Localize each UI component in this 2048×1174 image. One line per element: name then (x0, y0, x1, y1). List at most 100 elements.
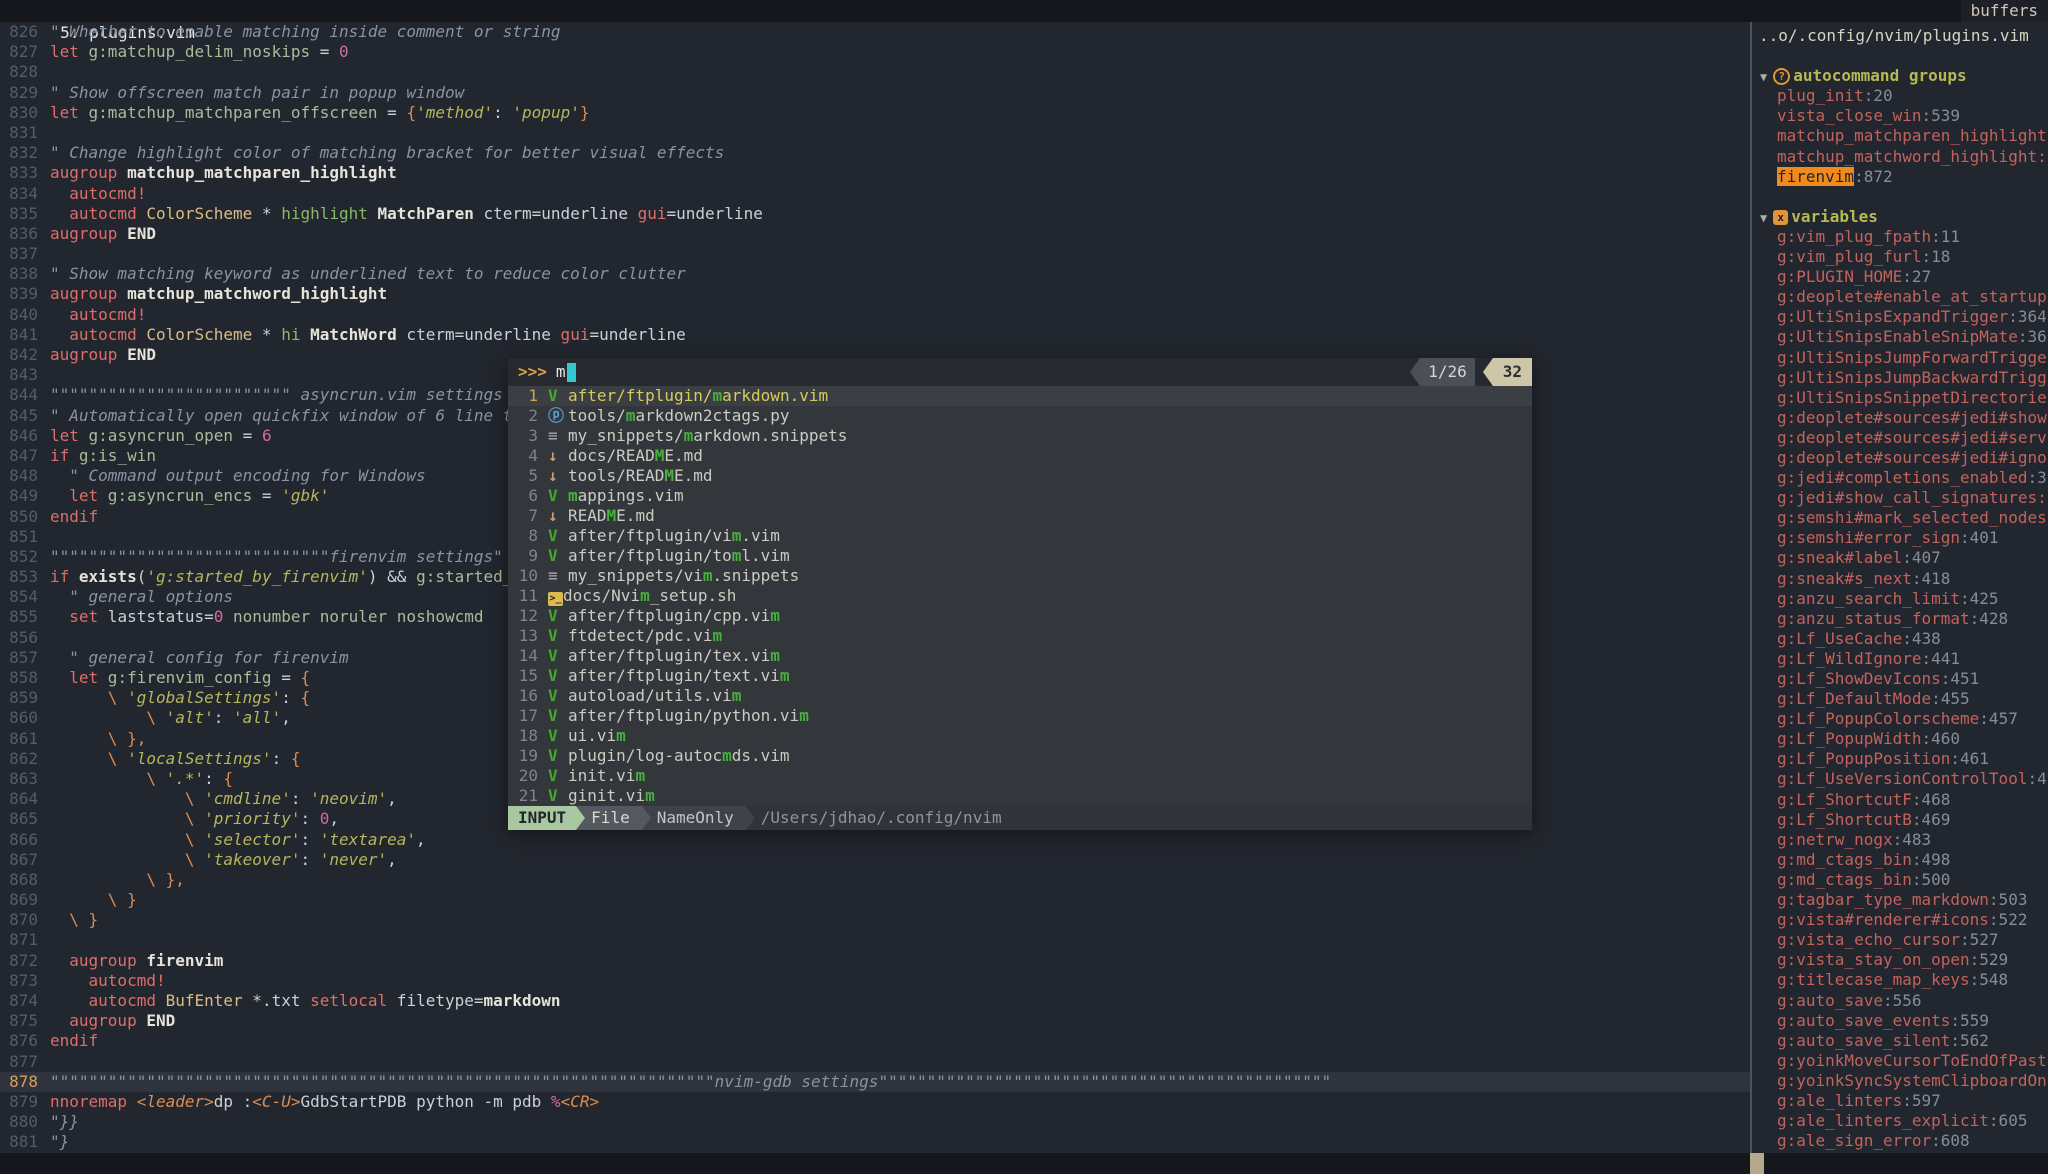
sidebar-tag-item[interactable]: g:vista_stay_on_open:529 (1752, 950, 2048, 970)
sidebar-tag-item[interactable]: g:netrw_nogx:483 (1752, 830, 2048, 850)
file-result-row[interactable]: 18Vui.vim (508, 726, 1532, 746)
sidebar-tag-item[interactable]: g:UltiSnipsJumpForwardTrigge (1752, 348, 2048, 368)
code-line-881[interactable]: 881"} (0, 1132, 1750, 1152)
code-line-879[interactable]: 879nnoremap <leader>dp :<C-U>GdbStartPDB… (0, 1092, 1750, 1112)
code-line-832[interactable]: 832" Change highlight color of matching … (0, 143, 1750, 163)
sidebar-tag-item[interactable]: g:PLUGIN_HOME:27 (1752, 267, 2048, 287)
file-result-row[interactable]: 1Vafter/ftplugin/markdown.vim (508, 386, 1532, 406)
code-line-835[interactable]: 835 autocmd ColorScheme * highlight Matc… (0, 204, 1750, 224)
code-line-841[interactable]: 841 autocmd ColorScheme * hi MatchWord c… (0, 325, 1750, 345)
sidebar-section-variables[interactable]: ▼xvariables (1752, 207, 2048, 227)
code-line-868[interactable]: 868 \ }, (0, 870, 1750, 890)
sidebar-tag-item[interactable]: g:auto_save_events:559 (1752, 1011, 2048, 1031)
file-result-row[interactable]: 9Vafter/ftplugin/toml.vim (508, 546, 1532, 566)
code-line-837[interactable]: 837 (0, 244, 1750, 264)
sidebar-tag-item[interactable]: g:Lf_PopupPosition:461 (1752, 749, 2048, 769)
sidebar-tag-item[interactable]: g:deoplete#sources#jedi#igno (1752, 448, 2048, 468)
sidebar-tag-item[interactable]: g:anzu_status_format:428 (1752, 609, 2048, 629)
sidebar-tag-item[interactable]: g:semshi#mark_selected_nodes (1752, 508, 2048, 528)
file-result-row[interactable]: 13Vftdetect/pdc.vim (508, 626, 1532, 646)
sidebar-tag-item[interactable]: g:Lf_ShortcutB:469 (1752, 810, 2048, 830)
sidebar-tag-item[interactable]: g:vista_echo_cursor:527 (1752, 930, 2048, 950)
code-line-834[interactable]: 834 autocmd! (0, 184, 1750, 204)
file-result-row[interactable]: 10≡my_snippets/vim.snippets (508, 566, 1532, 586)
code-line-878[interactable]: 878"""""""""""""""""""""""""""""""""""""… (0, 1072, 1750, 1092)
sidebar-tag-item[interactable]: g:anzu_search_limit:425 (1752, 589, 2048, 609)
sidebar-tag-item[interactable]: g:deoplete#sources#jedi#serv (1752, 428, 2048, 448)
sidebar-tag-item[interactable]: g:md_ctags_bin:500 (1752, 870, 2048, 890)
code-line-833[interactable]: 833augroup matchup_matchparen_highlight (0, 163, 1750, 183)
code-line-839[interactable]: 839augroup matchup_matchword_highlight (0, 284, 1750, 304)
code-line-827[interactable]: 827let g:matchup_delim_noskips = 0 (0, 42, 1750, 62)
sidebar-tag-item[interactable]: g:Lf_WildIgnore:441 (1752, 649, 2048, 669)
sidebar-tag-item[interactable]: matchup_matchword_highlight: (1752, 147, 2048, 167)
sidebar-tag-item[interactable]: vista_close_win:539 (1752, 106, 2048, 126)
sidebar-tag-item[interactable]: g:UltiSnipsSnippetDirectorie (1752, 388, 2048, 408)
sidebar-tag-item[interactable]: g:Lf_PopupWidth:460 (1752, 729, 2048, 749)
sidebar-tag-item[interactable]: g:yoinkMoveCursorToEndOfPast (1752, 1051, 2048, 1071)
scrollbar-thumb[interactable] (1750, 1153, 1764, 1174)
sidebar-tag-item[interactable]: g:Lf_PopupColorscheme:457 (1752, 709, 2048, 729)
code-line-828[interactable]: 828 (0, 62, 1750, 82)
sidebar-tag-item[interactable]: g:Lf_DefaultMode:455 (1752, 689, 2048, 709)
file-result-row[interactable]: 8Vafter/ftplugin/vim.vim (508, 526, 1532, 546)
file-result-row[interactable]: 7↓README.md (508, 506, 1532, 526)
sidebar-tag-item[interactable]: g:deoplete#sources#jedi#show (1752, 408, 2048, 428)
sidebar-tag-item[interactable]: matchup_matchparen_highlight (1752, 126, 2048, 146)
file-result-row[interactable]: 19Vplugin/log-autocmds.vim (508, 746, 1532, 766)
sidebar-tag-item[interactable]: g:titlecase_map_keys:548 (1752, 970, 2048, 990)
code-line-829[interactable]: 829" Show offscreen match pair in popup … (0, 83, 1750, 103)
sidebar-tag-item[interactable]: g:md_ctags_bin:498 (1752, 850, 2048, 870)
sidebar-tag-item[interactable]: g:Lf_UseCache:438 (1752, 629, 2048, 649)
sidebar-tag-item[interactable]: g:vim_plug_fpath:11 (1752, 227, 2048, 247)
sidebar-tag-item[interactable]: g:jedi#completions_enabled:3 (1752, 468, 2048, 488)
code-line-874[interactable]: 874 autocmd BufEnter *.txt setlocal file… (0, 991, 1750, 1011)
file-result-row[interactable]: 12Vafter/ftplugin/cpp.vim (508, 606, 1532, 626)
code-line-880[interactable]: 880"}} (0, 1112, 1750, 1132)
sidebar-tag-item[interactable]: g:ale_linters_explicit:605 (1752, 1111, 2048, 1131)
sidebar-tag-item[interactable]: g:auto_save:556 (1752, 991, 2048, 1011)
code-line-873[interactable]: 873 autocmd! (0, 971, 1750, 991)
sidebar-tag-item[interactable]: g:ale_linters:597 (1752, 1091, 2048, 1111)
sidebar-section-autocommand-groups[interactable]: ▼?autocommand groups (1752, 66, 2048, 86)
sidebar-tag-item[interactable]: g:Lf_ShortcutF:468 (1752, 790, 2048, 810)
sidebar-tag-item[interactable]: g:auto_save_silent:562 (1752, 1031, 2048, 1051)
file-result-row[interactable]: 3≡my_snippets/markdown.snippets (508, 426, 1532, 446)
sidebar-tag-item[interactable]: plug_init:20 (1752, 86, 2048, 106)
file-result-row[interactable]: 6Vmappings.vim (508, 486, 1532, 506)
code-line-870[interactable]: 870 \ } (0, 910, 1750, 930)
sidebar-tag-item[interactable]: g:semshi#error_sign:401 (1752, 528, 2048, 548)
file-result-row[interactable]: 2ⓟtools/markdown2ctags.py (508, 406, 1532, 426)
file-result-row[interactable]: 5↓tools/README.md (508, 466, 1532, 486)
code-line-826[interactable]: 826" Whether to enable matching inside c… (0, 22, 1750, 42)
sidebar-tag-item[interactable]: g:yoinkSyncSystemClipboardOn (1752, 1071, 2048, 1091)
code-line-840[interactable]: 840 autocmd! (0, 305, 1750, 325)
sidebar-tag-item[interactable]: g:Lf_ShowDevIcons:451 (1752, 669, 2048, 689)
sidebar-tag-item[interactable]: g:UltiSnipsJumpBackwardTrigg (1752, 368, 2048, 388)
code-line-871[interactable]: 871 (0, 930, 1750, 950)
fuzzy-prompt-row[interactable]: >>> m 1/26 32 (508, 358, 1532, 386)
code-line-836[interactable]: 836augroup END (0, 224, 1750, 244)
code-line-867[interactable]: 867 \ 'takeover': 'never', (0, 850, 1750, 870)
tabline-buffers-label[interactable]: buffers (1961, 0, 2048, 22)
sidebar-tag-item[interactable]: firenvim:872 (1752, 167, 2048, 187)
sidebar-tag-item[interactable]: g:deoplete#enable_at_startup (1752, 287, 2048, 307)
file-result-row[interactable]: 4↓docs/README.md (508, 446, 1532, 466)
file-result-row[interactable]: 14Vafter/ftplugin/tex.vim (508, 646, 1532, 666)
collapse-arrow-icon[interactable]: ▼ (1760, 211, 1767, 225)
sidebar-tag-item[interactable]: g:Lf_UseVersionControlTool:4 (1752, 769, 2048, 789)
sidebar-tag-item[interactable]: g:jedi#show_call_signatures: (1752, 488, 2048, 508)
collapse-arrow-icon[interactable]: ▼ (1760, 70, 1767, 84)
sidebar-tag-item[interactable]: g:vim_plug_furl:18 (1752, 247, 2048, 267)
code-line-869[interactable]: 869 \ } (0, 890, 1750, 910)
file-result-row[interactable]: 21Vginit.vim (508, 786, 1532, 806)
sidebar-tag-item[interactable]: g:tagbar_type_markdown:503 (1752, 890, 2048, 910)
code-line-872[interactable]: 872 augroup firenvim (0, 951, 1750, 971)
code-line-875[interactable]: 875 augroup END (0, 1011, 1750, 1031)
sidebar-tag-item[interactable]: g:UltiSnipsEnableSnipMate:36 (1752, 327, 2048, 347)
code-line-838[interactable]: 838" Show matching keyword as underlined… (0, 264, 1750, 284)
file-result-row[interactable]: 16Vautoload/utils.vim (508, 686, 1532, 706)
file-result-row[interactable]: 17Vafter/ftplugin/python.vim (508, 706, 1532, 726)
sidebar-tag-item[interactable]: g:sneak#label:407 (1752, 548, 2048, 568)
sidebar-tag-item[interactable]: g:UltiSnipsExpandTrigger:364 (1752, 307, 2048, 327)
